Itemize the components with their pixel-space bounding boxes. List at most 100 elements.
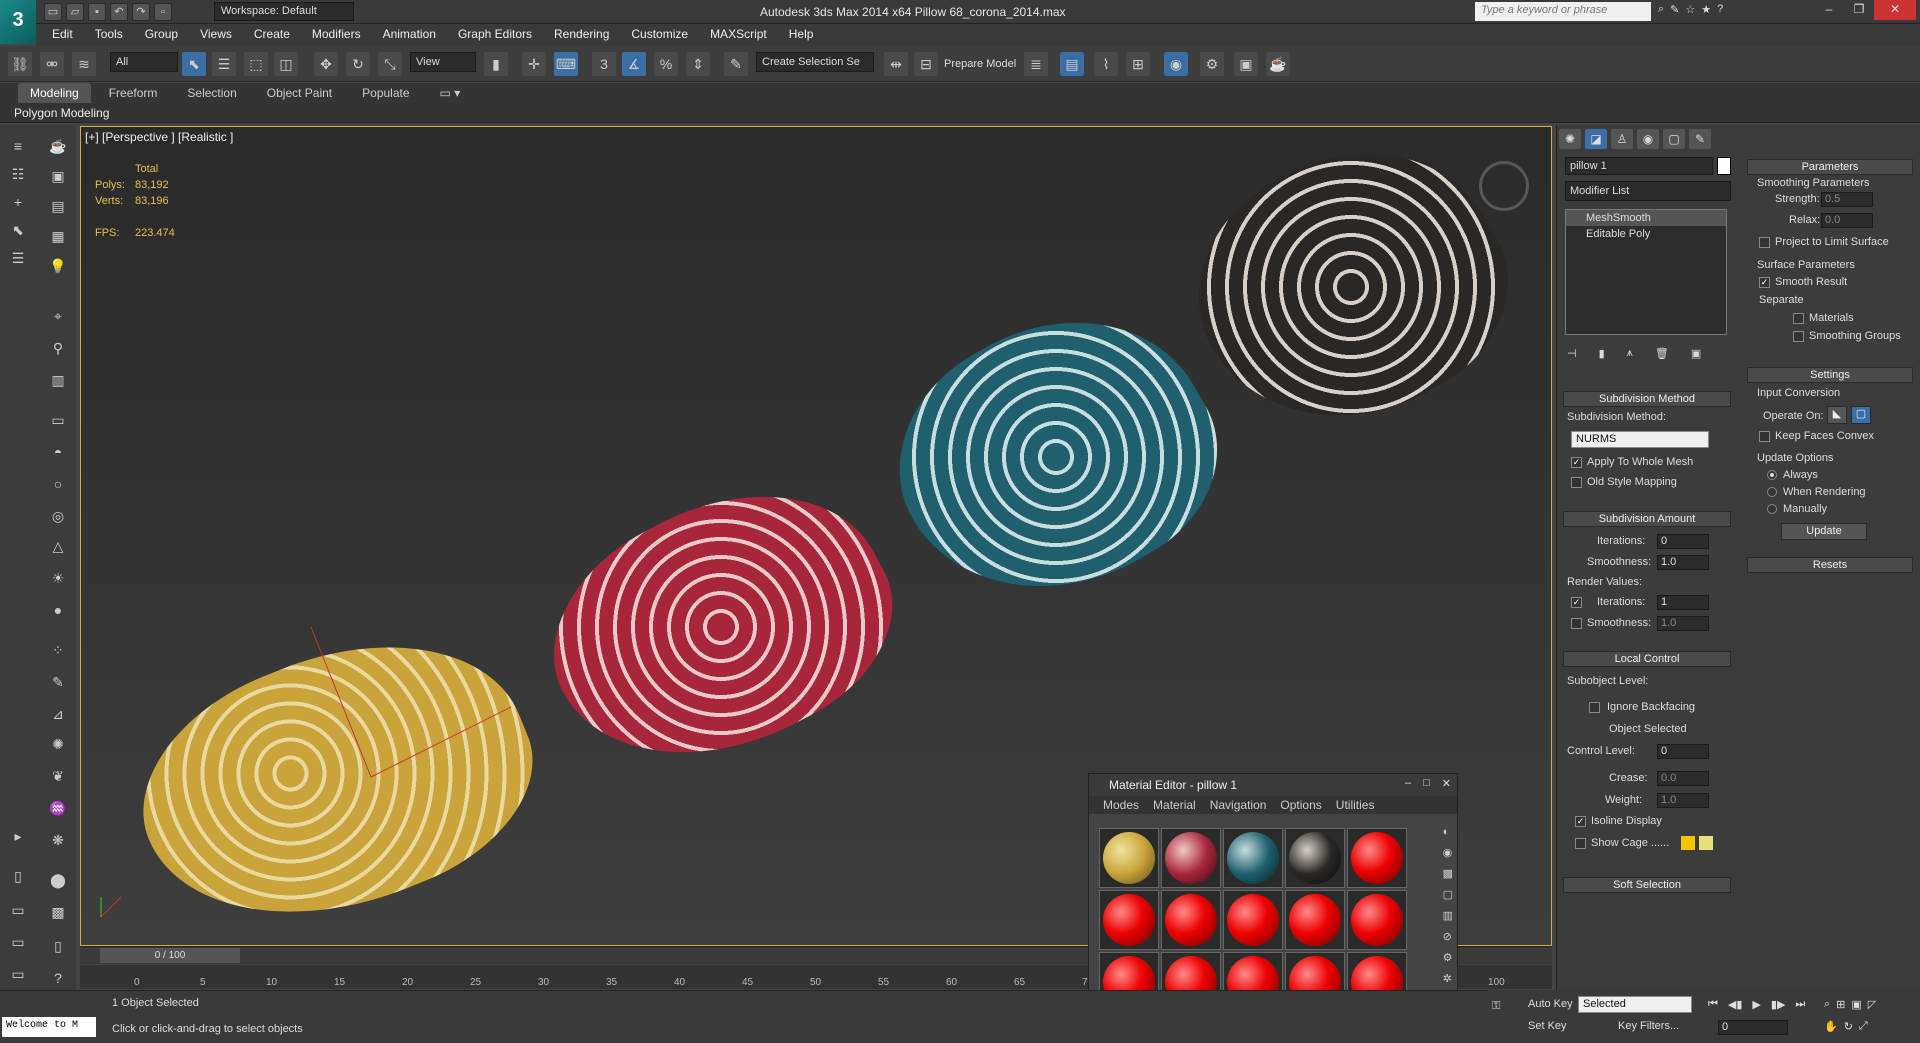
soft-selection-rollout[interactable]: Soft Selection: [1563, 877, 1731, 893]
smooth-result-checkbox[interactable]: ✓: [1759, 277, 1770, 288]
control-level-spinner[interactable]: 0: [1657, 744, 1709, 759]
tab-selection[interactable]: Selection: [175, 83, 248, 103]
menu-help[interactable]: Help: [789, 27, 814, 43]
menu-maxscript[interactable]: MAXScript: [710, 27, 767, 43]
select-object-icon[interactable]: ⬉: [182, 52, 206, 76]
torus-icon[interactable]: ◎: [46, 505, 70, 527]
apply-whole-mesh-checkbox[interactable]: ✓: [1571, 457, 1582, 468]
object-color-swatch[interactable]: [1717, 157, 1731, 175]
cone-icon[interactable]: △: [46, 535, 70, 557]
bind-spacewarp-icon[interactable]: ≋: [72, 52, 96, 76]
current-frame-field[interactable]: 0: [1718, 1020, 1788, 1035]
menu-graph-editors[interactable]: Graph Editors: [458, 27, 532, 43]
render-frame-icon[interactable]: ▣: [46, 165, 70, 187]
hierarchy-tab-icon[interactable]: ♙: [1611, 129, 1633, 149]
maxscript-listener[interactable]: Welcome to M: [2, 1017, 96, 1037]
pin-stack-icon[interactable]: ⊣: [1567, 347, 1577, 360]
box-icon[interactable]: ▭: [46, 409, 70, 431]
always-radio[interactable]: [1767, 470, 1777, 480]
snaps-toggle-icon[interactable]: 3: [592, 52, 616, 76]
material-slot[interactable]: [1161, 890, 1221, 950]
key-filters-button[interactable]: Key Filters...: [1618, 1020, 1679, 1032]
window-crossing-icon[interactable]: ◫: [274, 52, 298, 76]
align-icon[interactable]: ⊟: [914, 52, 938, 76]
sphere2-icon[interactable]: ⬤: [46, 869, 70, 891]
pan-icon[interactable]: ✋: [1824, 1020, 1838, 1033]
display-tab-icon[interactable]: ▢: [1663, 129, 1685, 149]
sun-icon[interactable]: ☀: [46, 567, 70, 589]
settings-rollout[interactable]: Settings: [1747, 367, 1913, 383]
sphere-icon[interactable]: ○: [46, 473, 70, 495]
rendered-frame-icon[interactable]: ▣: [1234, 52, 1258, 76]
panel-d-icon[interactable]: ▭: [6, 963, 30, 985]
show-cage-checkbox[interactable]: [1575, 838, 1586, 849]
render-smoothness-checkbox[interactable]: [1571, 618, 1582, 629]
operate-on-polygons-button[interactable]: ▢: [1851, 406, 1871, 424]
curve-editor-icon[interactable]: ⌇: [1094, 52, 1118, 76]
teapot-icon[interactable]: ☕: [46, 135, 70, 157]
local-control-rollout[interactable]: Local Control: [1563, 651, 1731, 667]
hemisphere-icon[interactable]: ◓: [46, 441, 70, 463]
material-editor-icon[interactable]: ◉: [1164, 52, 1188, 76]
selected-dropdown[interactable]: Selected: [1578, 996, 1692, 1013]
binoculars-icon[interactable]: ⌕: [1658, 3, 1664, 16]
app-logo[interactable]: 3: [0, 0, 36, 44]
close-icon[interactable]: ✕: [1874, 0, 1916, 20]
mated-close-icon[interactable]: ✕: [1442, 777, 1451, 790]
motion-tab-icon[interactable]: ◉: [1637, 129, 1659, 149]
make-unique-icon[interactable]: ⩚: [1627, 347, 1633, 360]
render-iterations-checkbox[interactable]: ✓: [1571, 597, 1582, 608]
field-of-view-icon[interactable]: ◸: [1868, 998, 1876, 1011]
smoothness-spinner[interactable]: 1.0: [1657, 555, 1709, 570]
minimize-icon[interactable]: –: [1814, 0, 1844, 20]
menu-rendering[interactable]: Rendering: [554, 27, 609, 43]
save-file-icon[interactable]: ▪: [88, 3, 106, 21]
helper-icon[interactable]: ⊿: [46, 703, 70, 725]
mated-menu-utilities[interactable]: Utilities: [1336, 798, 1375, 812]
restore-icon[interactable]: ❐: [1844, 0, 1874, 20]
key-icon[interactable]: ⚿: [1492, 1000, 1500, 1013]
hair-icon[interactable]: ♒: [46, 797, 70, 819]
redo-icon[interactable]: ↷: [132, 3, 150, 21]
polygon-modeling-label[interactable]: Polygon Modeling: [14, 106, 109, 120]
spinner-snap-icon[interactable]: ⇕: [686, 52, 710, 76]
move-icon[interactable]: ✥: [314, 52, 338, 76]
operate-on-triangles-button[interactable]: ◣: [1827, 406, 1847, 424]
light-icon[interactable]: 💡: [46, 255, 70, 277]
mated-menu-navigation[interactable]: Navigation: [1210, 798, 1267, 812]
subdivision-method-dropdown[interactable]: NURMS: [1571, 431, 1709, 448]
make-preview-icon[interactable]: ⊘: [1443, 930, 1453, 943]
mated-menu-material[interactable]: Material: [1153, 798, 1196, 812]
go-to-end-icon[interactable]: ⏭: [1795, 998, 1805, 1011]
ref-coord-dropdown[interactable]: View: [410, 52, 476, 72]
undo-icon[interactable]: ↶: [110, 3, 128, 21]
layer-icon[interactable]: ☰: [6, 247, 30, 269]
tools-icon[interactable]: ✎: [1670, 3, 1679, 16]
render-smoothness-spinner[interactable]: 1.0: [1657, 616, 1709, 631]
spacewarp-icon[interactable]: ✺: [46, 733, 70, 755]
render-setup-icon[interactable]: ⚙: [1200, 52, 1224, 76]
schematic-view-icon[interactable]: ⊞: [1126, 52, 1150, 76]
panel-c-icon[interactable]: ▭: [6, 931, 30, 953]
angle-snap-icon[interactable]: ∡: [622, 52, 646, 76]
menu-tools[interactable]: Tools: [95, 27, 123, 43]
backlight-icon[interactable]: ◉: [1443, 846, 1453, 859]
percent-snap-icon[interactable]: %: [654, 52, 678, 76]
layer-manager-icon[interactable]: ≣: [1024, 52, 1048, 76]
subdivision-amount-rollout[interactable]: Subdivision Amount: [1563, 511, 1731, 527]
time-slider[interactable]: 0 / 100: [100, 948, 240, 963]
menu-edit[interactable]: Edit: [52, 27, 73, 43]
video-color-icon[interactable]: ▥: [1443, 909, 1453, 922]
new-file-icon[interactable]: ▭: [44, 3, 62, 21]
search-input[interactable]: Type a keyword or phrase: [1475, 2, 1651, 21]
grid-icon[interactable]: ▦: [46, 225, 70, 247]
add-icon[interactable]: +: [6, 191, 30, 213]
menu-customize[interactable]: Customize: [631, 27, 688, 43]
auto-key-button[interactable]: Auto Key: [1528, 998, 1573, 1010]
show-end-result-icon[interactable]: ▮: [1599, 347, 1605, 360]
particles-icon[interactable]: ⁘: [46, 639, 70, 661]
object-name-field[interactable]: pillow 1: [1565, 157, 1713, 175]
menu-create[interactable]: Create: [254, 27, 290, 43]
isoline-display-checkbox[interactable]: ✓: [1575, 816, 1586, 827]
mated-minimize-icon[interactable]: –: [1405, 777, 1411, 790]
